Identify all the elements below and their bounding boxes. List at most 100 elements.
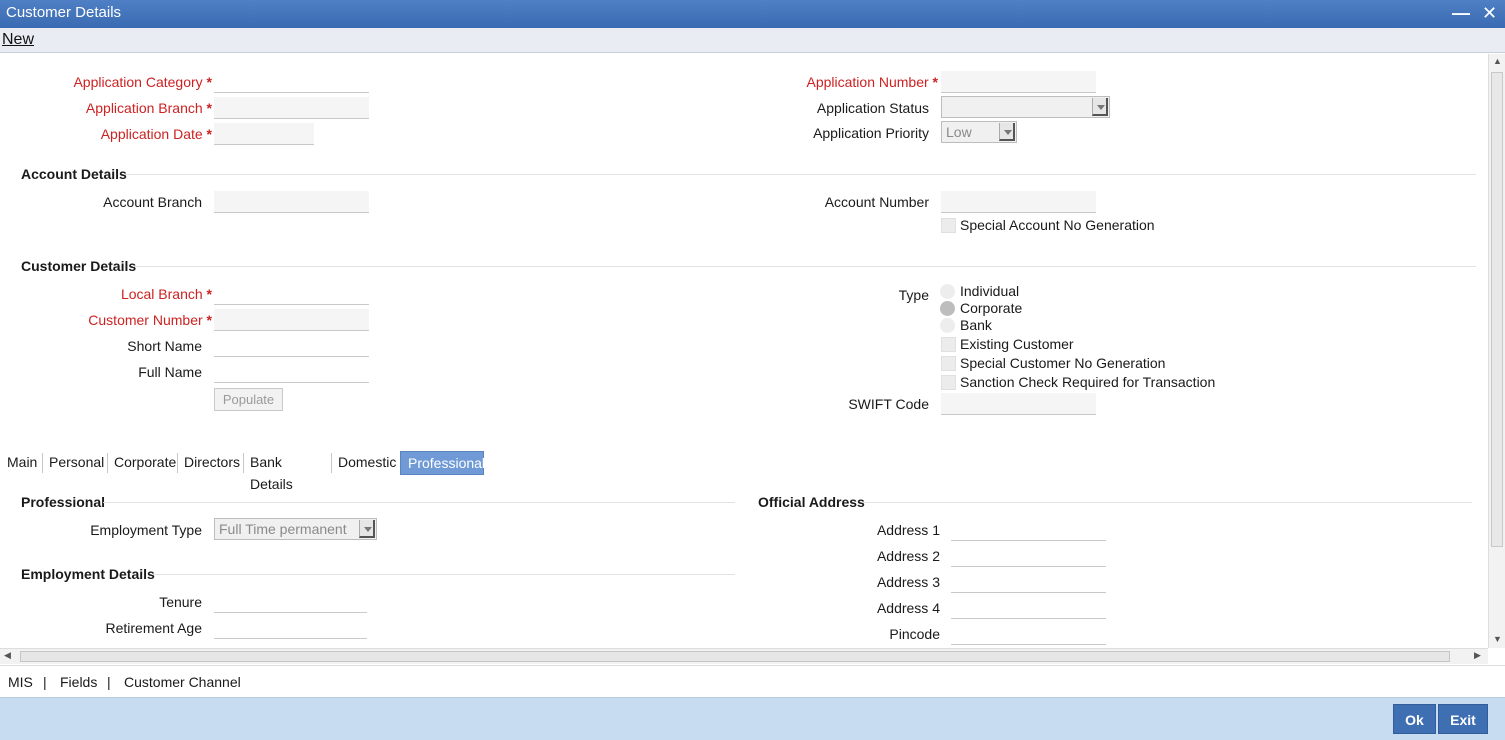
application-date-input[interactable]: [214, 123, 314, 145]
horizontal-scroll-thumb[interactable]: [20, 651, 1450, 662]
application-date-label: Application Date *: [100, 126, 212, 142]
footer-separator: |: [43, 674, 47, 690]
type-individual-radio[interactable]: [940, 284, 955, 299]
tab-corporate[interactable]: Corporate: [107, 451, 183, 475]
customer-number-input[interactable]: [214, 309, 369, 331]
special-customer-no-label: Special Customer No Generation: [960, 355, 1166, 371]
address1-label: Address 1: [876, 522, 940, 538]
scroll-left-icon[interactable]: ◀: [4, 650, 11, 661]
title-bar: Customer Details — ✕: [0, 0, 1505, 28]
application-number-label: Application Number *: [806, 74, 938, 90]
swift-code-label: SWIFT Code: [848, 396, 929, 412]
customer-details-title: Customer Details: [21, 258, 137, 274]
full-name-input[interactable]: [214, 361, 369, 383]
window-title: Customer Details: [6, 4, 122, 21]
tab-personal[interactable]: Personal: [42, 451, 111, 475]
application-category-input[interactable]: [214, 71, 369, 93]
address2-input[interactable]: [951, 545, 1106, 567]
scroll-up-icon[interactable]: ▲: [1493, 56, 1502, 66]
sanction-check-checkbox[interactable]: [941, 375, 956, 390]
form-content: Application Category * Application Branc…: [0, 54, 1488, 648]
horizontal-scrollbar[interactable]: ◀ ▶: [0, 648, 1488, 664]
section-divider: [133, 266, 1476, 267]
scroll-right-icon[interactable]: ▶: [1474, 650, 1481, 661]
official-address-title: Official Address: [758, 494, 865, 510]
sanction-check-label: Sanction Check Required for Transaction: [960, 374, 1216, 390]
new-menu-item[interactable]: New: [2, 31, 34, 49]
employment-type-label: Employment Type: [90, 522, 202, 538]
application-priority-select[interactable]: Low: [941, 121, 1017, 143]
tenure-label: Tenure: [159, 594, 202, 610]
customer-channel-link[interactable]: Customer Channel: [124, 674, 241, 690]
menu-bar: New: [0, 28, 1505, 53]
special-account-no-checkbox[interactable]: [941, 218, 956, 233]
section-divider: [103, 502, 735, 503]
chevron-down-icon: [999, 123, 1015, 141]
account-branch-label: Account Branch: [103, 194, 202, 210]
application-status-select[interactable]: [941, 96, 1110, 118]
tab-directors[interactable]: Directors: [177, 451, 247, 475]
section-divider: [152, 574, 735, 575]
pincode-input[interactable]: [951, 623, 1106, 645]
chevron-down-icon: [359, 520, 375, 538]
vertical-scrollbar[interactable]: ▲ ▼: [1488, 54, 1505, 648]
address4-input[interactable]: [951, 597, 1106, 619]
account-number-input[interactable]: [941, 191, 1096, 213]
tab-domestic[interactable]: Domestic: [331, 451, 403, 475]
type-corporate-label: Corporate: [960, 300, 1023, 316]
mis-link[interactable]: MIS: [8, 674, 33, 690]
application-branch-input[interactable]: [214, 97, 369, 119]
section-divider: [862, 502, 1472, 503]
employment-type-select[interactable]: Full Time permanent: [214, 518, 377, 540]
vertical-scroll-thumb[interactable]: [1491, 72, 1503, 547]
populate-button[interactable]: Populate: [214, 388, 283, 411]
employment-details-title: Employment Details: [21, 566, 155, 582]
application-number-input[interactable]: [941, 71, 1096, 93]
tab-professional[interactable]: Professional: [400, 451, 485, 475]
exit-button[interactable]: Exit: [1438, 704, 1488, 734]
chevron-down-icon: [1092, 98, 1108, 116]
existing-customer-checkbox[interactable]: [941, 337, 956, 352]
tab-bank-details[interactable]: Bank Details: [243, 451, 300, 492]
pincode-label: Pincode: [889, 626, 940, 642]
minimize-icon[interactable]: —: [1452, 3, 1470, 24]
fields-link[interactable]: Fields: [60, 674, 97, 690]
employment-type-value: Full Time permanent: [219, 521, 347, 537]
footer-separator: |: [107, 674, 111, 690]
account-details-title: Account Details: [21, 166, 127, 182]
special-account-no-label: Special Account No Generation: [960, 217, 1155, 233]
professional-section-title: Professional: [21, 494, 106, 510]
retirement-age-input[interactable]: [214, 617, 367, 639]
account-branch-input[interactable]: [214, 191, 369, 213]
local-branch-input[interactable]: [214, 283, 369, 305]
address3-input[interactable]: [951, 571, 1106, 593]
short-name-input[interactable]: [214, 335, 369, 357]
account-number-label: Account Number: [824, 194, 929, 210]
address4-label: Address 4: [876, 600, 940, 616]
customer-number-label: Customer Number *: [88, 312, 212, 328]
type-bank-radio[interactable]: [940, 318, 955, 333]
footer-links-bar: MIS | Fields | Customer Channel: [0, 665, 1505, 697]
address2-label: Address 2: [876, 548, 940, 564]
address3-label: Address 3: [876, 574, 940, 590]
tab-main[interactable]: Main: [0, 451, 44, 475]
short-name-label: Short Name: [127, 338, 202, 354]
retirement-age-label: Retirement Age: [105, 620, 203, 636]
application-priority-value: Low: [946, 124, 972, 140]
type-label: Type: [898, 287, 929, 303]
close-icon[interactable]: ✕: [1482, 3, 1497, 24]
tenure-input[interactable]: [214, 591, 367, 613]
local-branch-label: Local Branch *: [120, 286, 212, 302]
scroll-down-icon[interactable]: ▼: [1493, 634, 1502, 644]
special-customer-no-checkbox[interactable]: [941, 356, 956, 371]
address1-input[interactable]: [951, 519, 1106, 541]
ok-button[interactable]: Ok: [1393, 704, 1436, 734]
type-corporate-radio[interactable]: [940, 301, 955, 316]
section-divider: [124, 174, 1476, 175]
application-priority-label: Application Priority: [813, 125, 929, 141]
application-category-label: Application Category *: [73, 74, 212, 90]
full-name-label: Full Name: [138, 364, 202, 380]
type-bank-label: Bank: [960, 317, 992, 333]
swift-code-input[interactable]: [941, 393, 1096, 415]
application-branch-label: Application Branch *: [85, 100, 212, 116]
